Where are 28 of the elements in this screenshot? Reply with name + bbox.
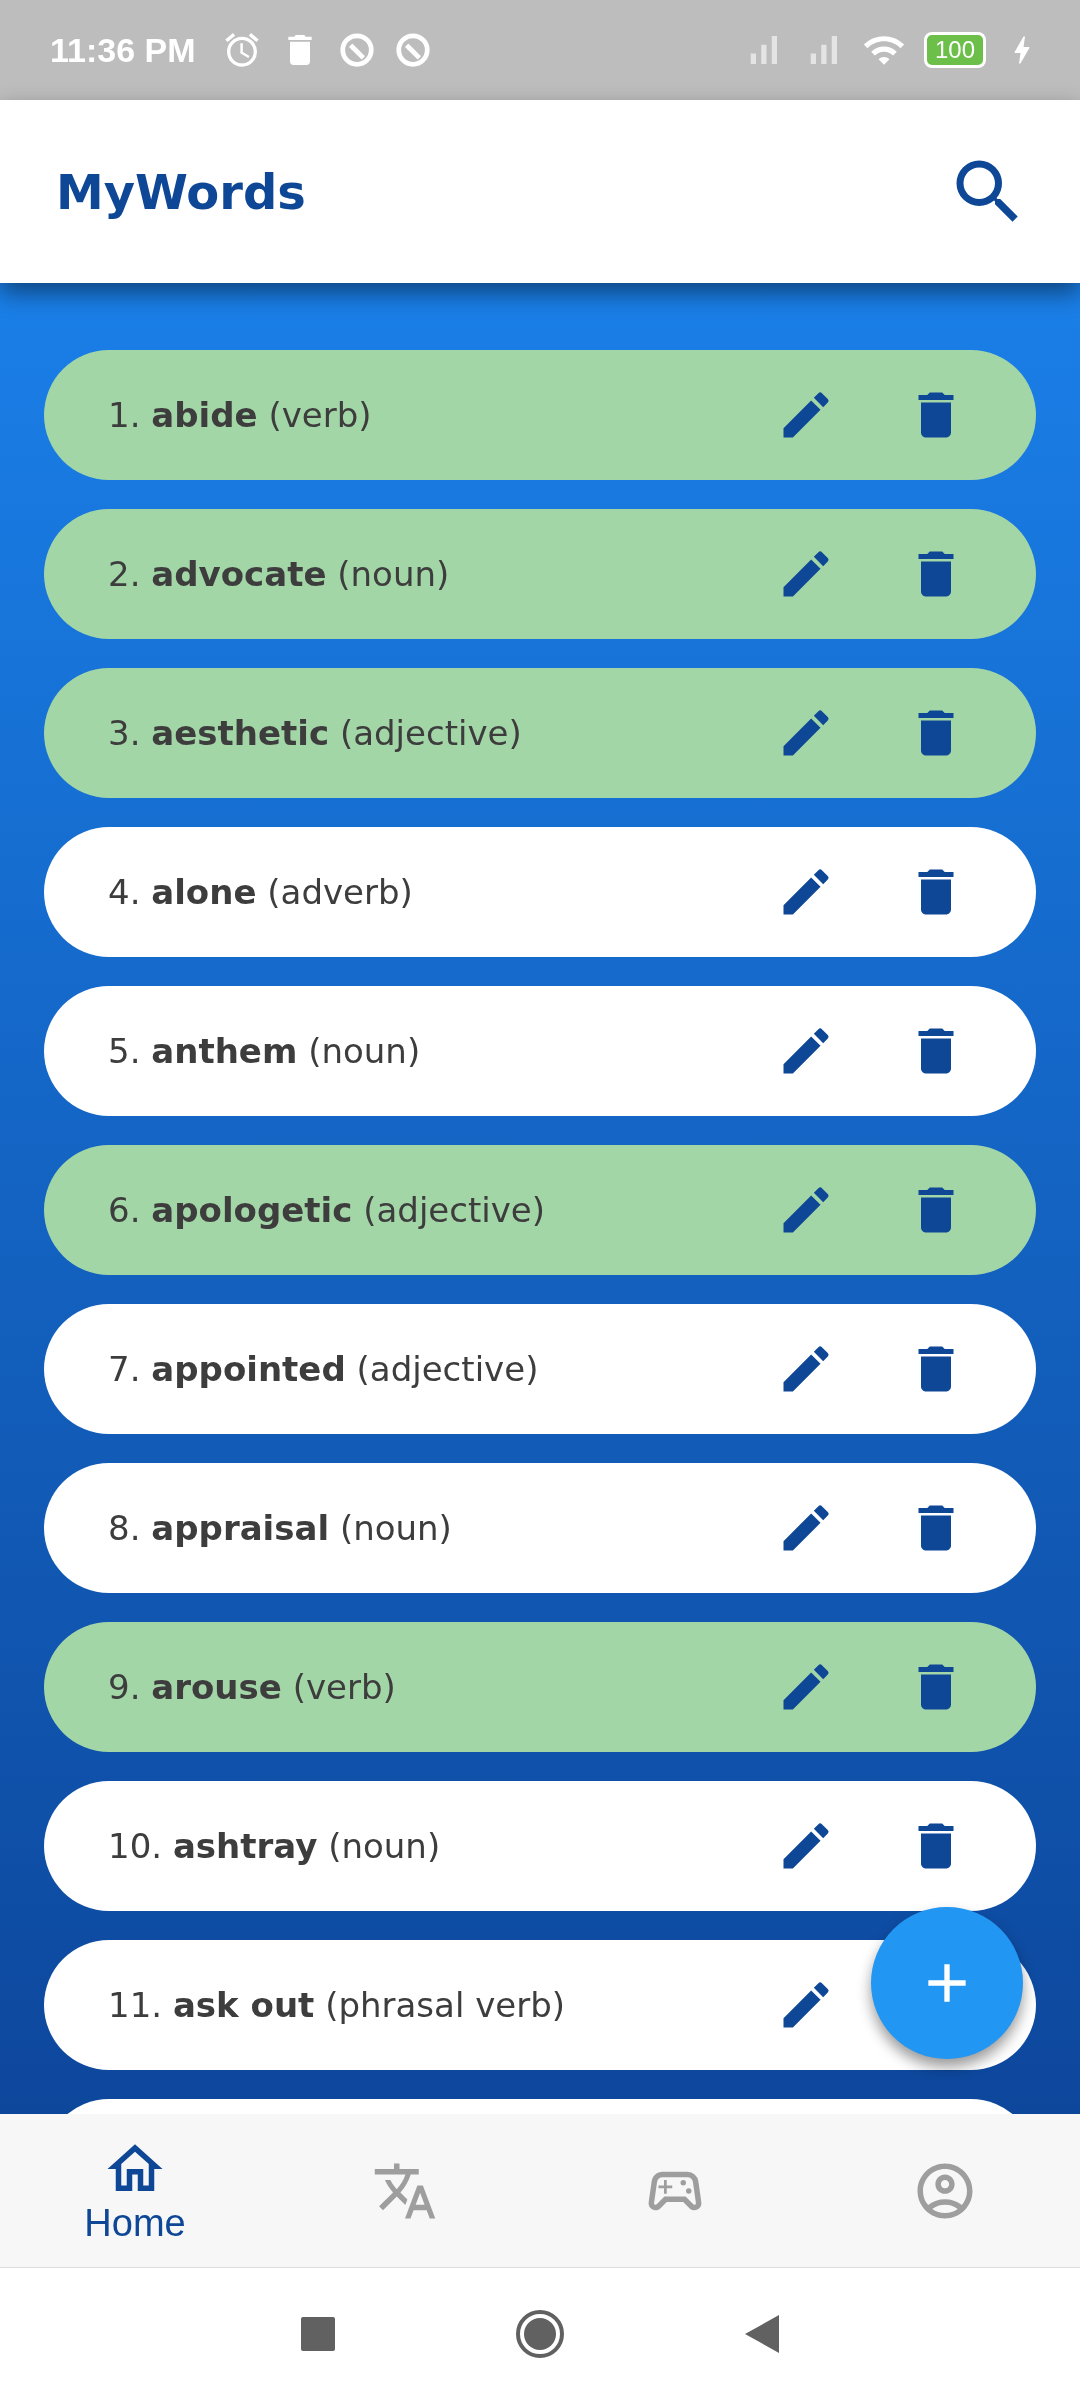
battery-level: 100 xyxy=(923,32,986,68)
word-card[interactable]: 6. apologetic (adjective) xyxy=(44,1145,1036,1275)
circle-icon xyxy=(393,31,432,69)
word-card[interactable]: 9. arouse (verb) xyxy=(44,1622,1036,1752)
back-icon[interactable] xyxy=(745,2315,779,2353)
word-card[interactable]: 10. ashtray (noun) xyxy=(44,1781,1036,1911)
word-entry: 10. ashtray (noun) xyxy=(108,1826,442,1866)
word-card[interactable]: 2. advocate (noun) xyxy=(44,509,1036,639)
word-entry: 5. anthem (noun) xyxy=(108,1031,422,1071)
word-entry: 11. ask out (phrasal verb) xyxy=(108,1985,567,2025)
word-entry: 4. alone (adverb) xyxy=(108,872,414,912)
word-card[interactable]: 3. aesthetic (adjective) xyxy=(44,668,1036,798)
word-entry: 9. arouse (verb) xyxy=(108,1667,397,1707)
home-button-icon[interactable] xyxy=(515,2309,565,2359)
word-entry: 3. aesthetic (adjective) xyxy=(108,713,523,753)
word-entry: 2. advocate (noun) xyxy=(108,554,451,594)
circle-icon xyxy=(337,31,376,69)
word-entry: 7. appointed (adjective) xyxy=(108,1349,540,1389)
word-card[interactable]: 1. abide (verb) xyxy=(44,350,1036,480)
word-card[interactable]: 8. appraisal (noun) xyxy=(44,1463,1036,1593)
status-time: 11:36 PM xyxy=(50,30,196,70)
word-entry: 8. appraisal (noun) xyxy=(108,1508,453,1548)
word-entry: 6. apologetic (adjective) xyxy=(108,1190,547,1230)
app-title: MyWords xyxy=(56,163,306,220)
word-entry: 1. abide (verb) xyxy=(108,395,373,435)
word-card[interactable]: 4. alone (adverb) xyxy=(44,827,1036,957)
word-card[interactable]: 5. anthem (noun) xyxy=(44,986,1036,1116)
word-card[interactable]: 7. appointed (adjective) xyxy=(44,1304,1036,1434)
